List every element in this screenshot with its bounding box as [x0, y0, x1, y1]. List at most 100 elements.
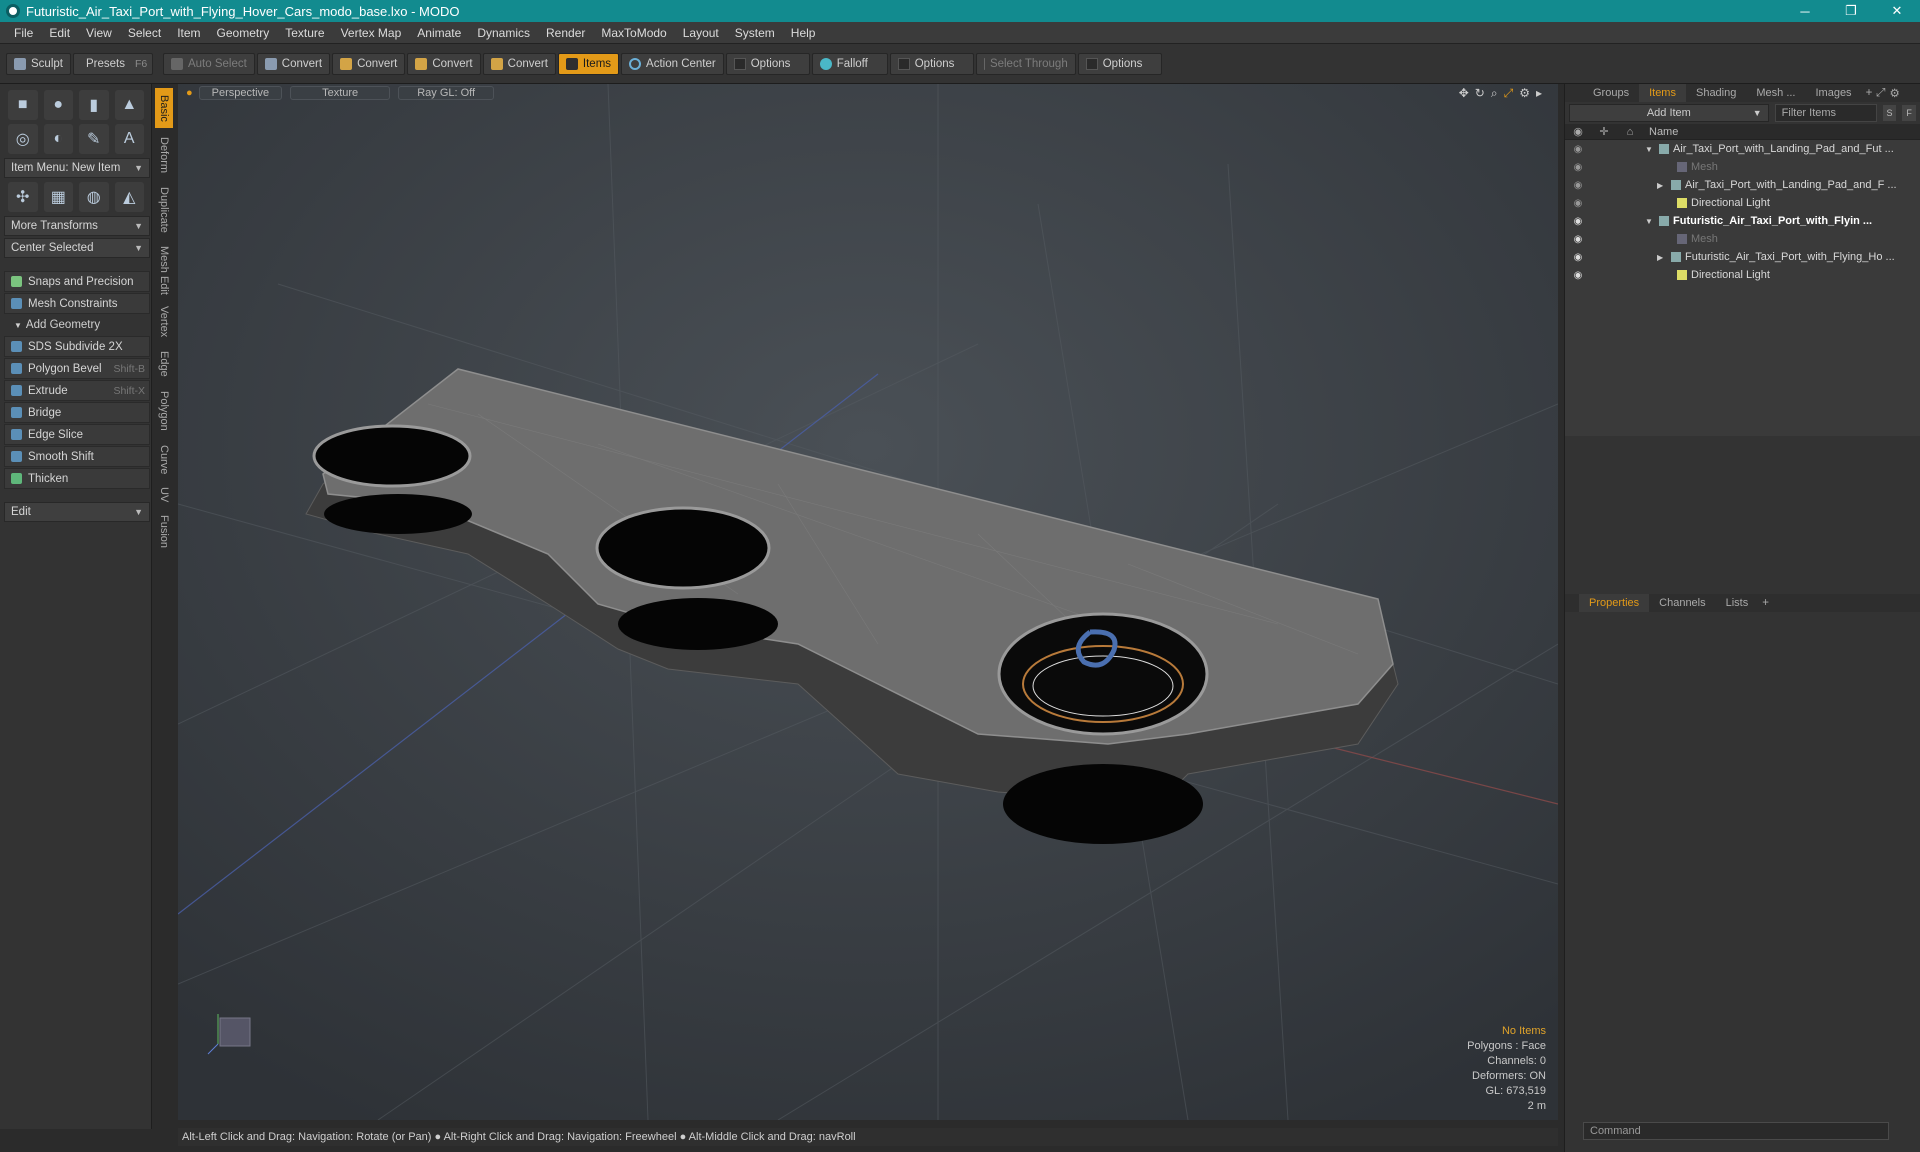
capsule-icon[interactable]: ◐: [43, 124, 73, 154]
select-through-options-checkbox[interactable]: [1085, 57, 1098, 70]
select-through-options-button[interactable]: Options: [1077, 52, 1162, 75]
viewport-menu-dot[interactable]: ●: [186, 87, 193, 99]
tree-row[interactable]: ◉ Directional Light: [1565, 266, 1920, 284]
menu-maxtomodo[interactable]: MaxToModo: [593, 26, 674, 40]
sphere-icon[interactable]: ●: [43, 90, 73, 120]
tree-row[interactable]: ◉ ▼ Air_Taxi_Port_with_Landing_Pad_and_F…: [1565, 140, 1920, 158]
visibility-eye-icon[interactable]: ◉: [1565, 144, 1591, 155]
edge-slice-button[interactable]: Edge Slice: [4, 424, 150, 445]
auto-select-button[interactable]: Auto Select: [162, 52, 255, 75]
center-selected-dropdown[interactable]: Center Selected ▼: [4, 238, 150, 258]
3d-viewport[interactable]: ● Perspective Texture Ray GL: Off ✥ ↻ ⌕ …: [178, 84, 1558, 1120]
expand-panel-icon[interactable]: ⤢: [1876, 87, 1885, 100]
visibility-eye-icon[interactable]: ◉: [1565, 252, 1591, 263]
tab-duplicate[interactable]: Duplicate: [155, 182, 173, 238]
more-transforms-dropdown[interactable]: More Transforms ▼: [4, 216, 150, 236]
thicken-button[interactable]: Thicken: [4, 468, 150, 489]
expand-triangle-icon[interactable]: ▶: [1657, 181, 1663, 190]
menu-help[interactable]: Help: [783, 26, 824, 40]
tab-fusion[interactable]: Fusion: [155, 510, 173, 554]
options-checkbox[interactable]: [733, 57, 746, 70]
mesh-constraints-button[interactable]: Mesh Constraints: [4, 293, 150, 314]
lock-column-icon[interactable]: ✛: [1591, 125, 1617, 138]
visibility-eye-icon[interactable]: ◉: [1565, 198, 1591, 209]
text-tool-icon[interactable]: A: [114, 124, 144, 154]
tree-row[interactable]: ◉ ▶ Futuristic_Air_Taxi_Port_with_Flying…: [1565, 248, 1920, 266]
visibility-eye-icon[interactable]: ◉: [1565, 234, 1591, 245]
convert-materials-button[interactable]: Convert: [482, 52, 556, 75]
menu-texture[interactable]: Texture: [277, 26, 332, 40]
cube-icon[interactable]: ■: [8, 90, 38, 120]
menu-system[interactable]: System: [727, 26, 783, 40]
add-item-dropdown[interactable]: Add Item ▼: [1569, 104, 1769, 122]
tab-polygon[interactable]: Polygon: [155, 386, 173, 436]
raygl-toggle[interactable]: Ray GL: Off: [398, 86, 495, 100]
name-column-header[interactable]: Name: [1649, 126, 1678, 138]
sculpt-button[interactable]: Sculpt: [6, 52, 71, 75]
command-input[interactable]: Command: [1583, 1122, 1889, 1140]
tree-row[interactable]: ◉ ▼ Futuristic_Air_Taxi_Port_with_Flyin …: [1565, 212, 1920, 230]
visibility-eye-icon[interactable]: ◉: [1565, 162, 1591, 173]
viewport-settings-icon[interactable]: ⚙: [1519, 86, 1530, 101]
shading-texture-dropdown[interactable]: Texture: [290, 86, 391, 100]
items-mode-button[interactable]: Items: [557, 52, 620, 75]
tree-row[interactable]: ◉ Mesh: [1565, 158, 1920, 176]
collapse-triangle-icon[interactable]: ▼: [1645, 145, 1653, 154]
bridge-button[interactable]: Bridge: [4, 402, 150, 423]
select-through-button[interactable]: Select Through: [975, 52, 1076, 75]
smooth-shift-button[interactable]: Smooth Shift: [4, 446, 150, 467]
falloff-button[interactable]: Falloff: [811, 52, 888, 75]
rotate-icon[interactable]: ↻: [1475, 86, 1485, 101]
action-center-button[interactable]: Action Center: [621, 52, 724, 75]
filter-s-button[interactable]: S: [1882, 105, 1897, 121]
convert-vertices-button[interactable]: Convert: [256, 52, 331, 75]
viewport-menu-arrow-icon[interactable]: ▸: [1536, 86, 1542, 101]
visibility-column-eye-icon[interactable]: ◉: [1565, 125, 1591, 138]
transform-icon[interactable]: ✣: [8, 182, 38, 212]
presets-button[interactable]: Presets F6: [72, 52, 153, 75]
maximize-button[interactable]: ❐: [1828, 0, 1874, 22]
convert-polygons-button[interactable]: Convert: [407, 52, 481, 75]
falloff-options-button[interactable]: Options: [889, 52, 974, 75]
tab-images[interactable]: Images: [1805, 84, 1861, 102]
expand-triangle-icon[interactable]: ▶: [1657, 253, 1663, 262]
tab-channels[interactable]: Channels: [1649, 594, 1715, 612]
tab-uv[interactable]: UV: [155, 484, 173, 506]
menu-view[interactable]: View: [78, 26, 120, 40]
tree-row[interactable]: ◉ Mesh: [1565, 230, 1920, 248]
visibility-eye-icon[interactable]: ◉: [1565, 270, 1591, 281]
menu-select[interactable]: Select: [120, 26, 169, 40]
menu-vertex-map[interactable]: Vertex Map: [333, 26, 410, 40]
panel-settings-icon[interactable]: ⚙: [1889, 86, 1899, 100]
tab-curve[interactable]: Curve: [155, 440, 173, 480]
torus-icon[interactable]: ◎: [8, 124, 38, 154]
add-geometry-header[interactable]: ▼ Add Geometry: [4, 315, 150, 335]
filter-items-input[interactable]: Filter Items: [1774, 104, 1877, 122]
tab-shading[interactable]: Shading: [1686, 84, 1746, 102]
tab-items[interactable]: Items: [1639, 84, 1686, 102]
tab-basic[interactable]: Basic: [155, 88, 173, 128]
maximize-viewport-icon[interactable]: ⤢: [1504, 86, 1514, 101]
perspective-plane-icon[interactable]: ◭: [114, 182, 144, 212]
zoom-icon[interactable]: ⌕: [1491, 86, 1498, 101]
extrude-button[interactable]: Extrude Shift-X: [4, 380, 150, 401]
item-menu-dropdown[interactable]: Item Menu: New Item ▼: [4, 158, 150, 178]
minimize-button[interactable]: ─: [1782, 0, 1828, 22]
filter-f-button[interactable]: F: [1902, 105, 1916, 121]
close-button[interactable]: ✕: [1874, 0, 1920, 22]
tab-mesh-edit[interactable]: Mesh Edit: [155, 242, 173, 298]
cone-icon[interactable]: ▲: [114, 90, 144, 120]
add-tab-icon[interactable]: +: [1762, 597, 1769, 609]
cylinder-icon[interactable]: ▮: [79, 90, 109, 120]
tab-lists[interactable]: Lists: [1716, 594, 1759, 612]
menu-layout[interactable]: Layout: [675, 26, 727, 40]
grid-icon[interactable]: ▦: [43, 182, 73, 212]
pan-icon[interactable]: ✥: [1459, 86, 1469, 101]
perspective-dropdown[interactable]: Perspective: [198, 86, 283, 100]
tab-mesh[interactable]: Mesh ...: [1746, 84, 1805, 102]
collapse-triangle-icon[interactable]: ▼: [1645, 217, 1653, 226]
action-center-options-button[interactable]: Options: [725, 52, 810, 75]
tab-groups[interactable]: Groups: [1583, 84, 1639, 102]
tab-deform[interactable]: Deform: [155, 132, 173, 178]
menu-render[interactable]: Render: [538, 26, 593, 40]
